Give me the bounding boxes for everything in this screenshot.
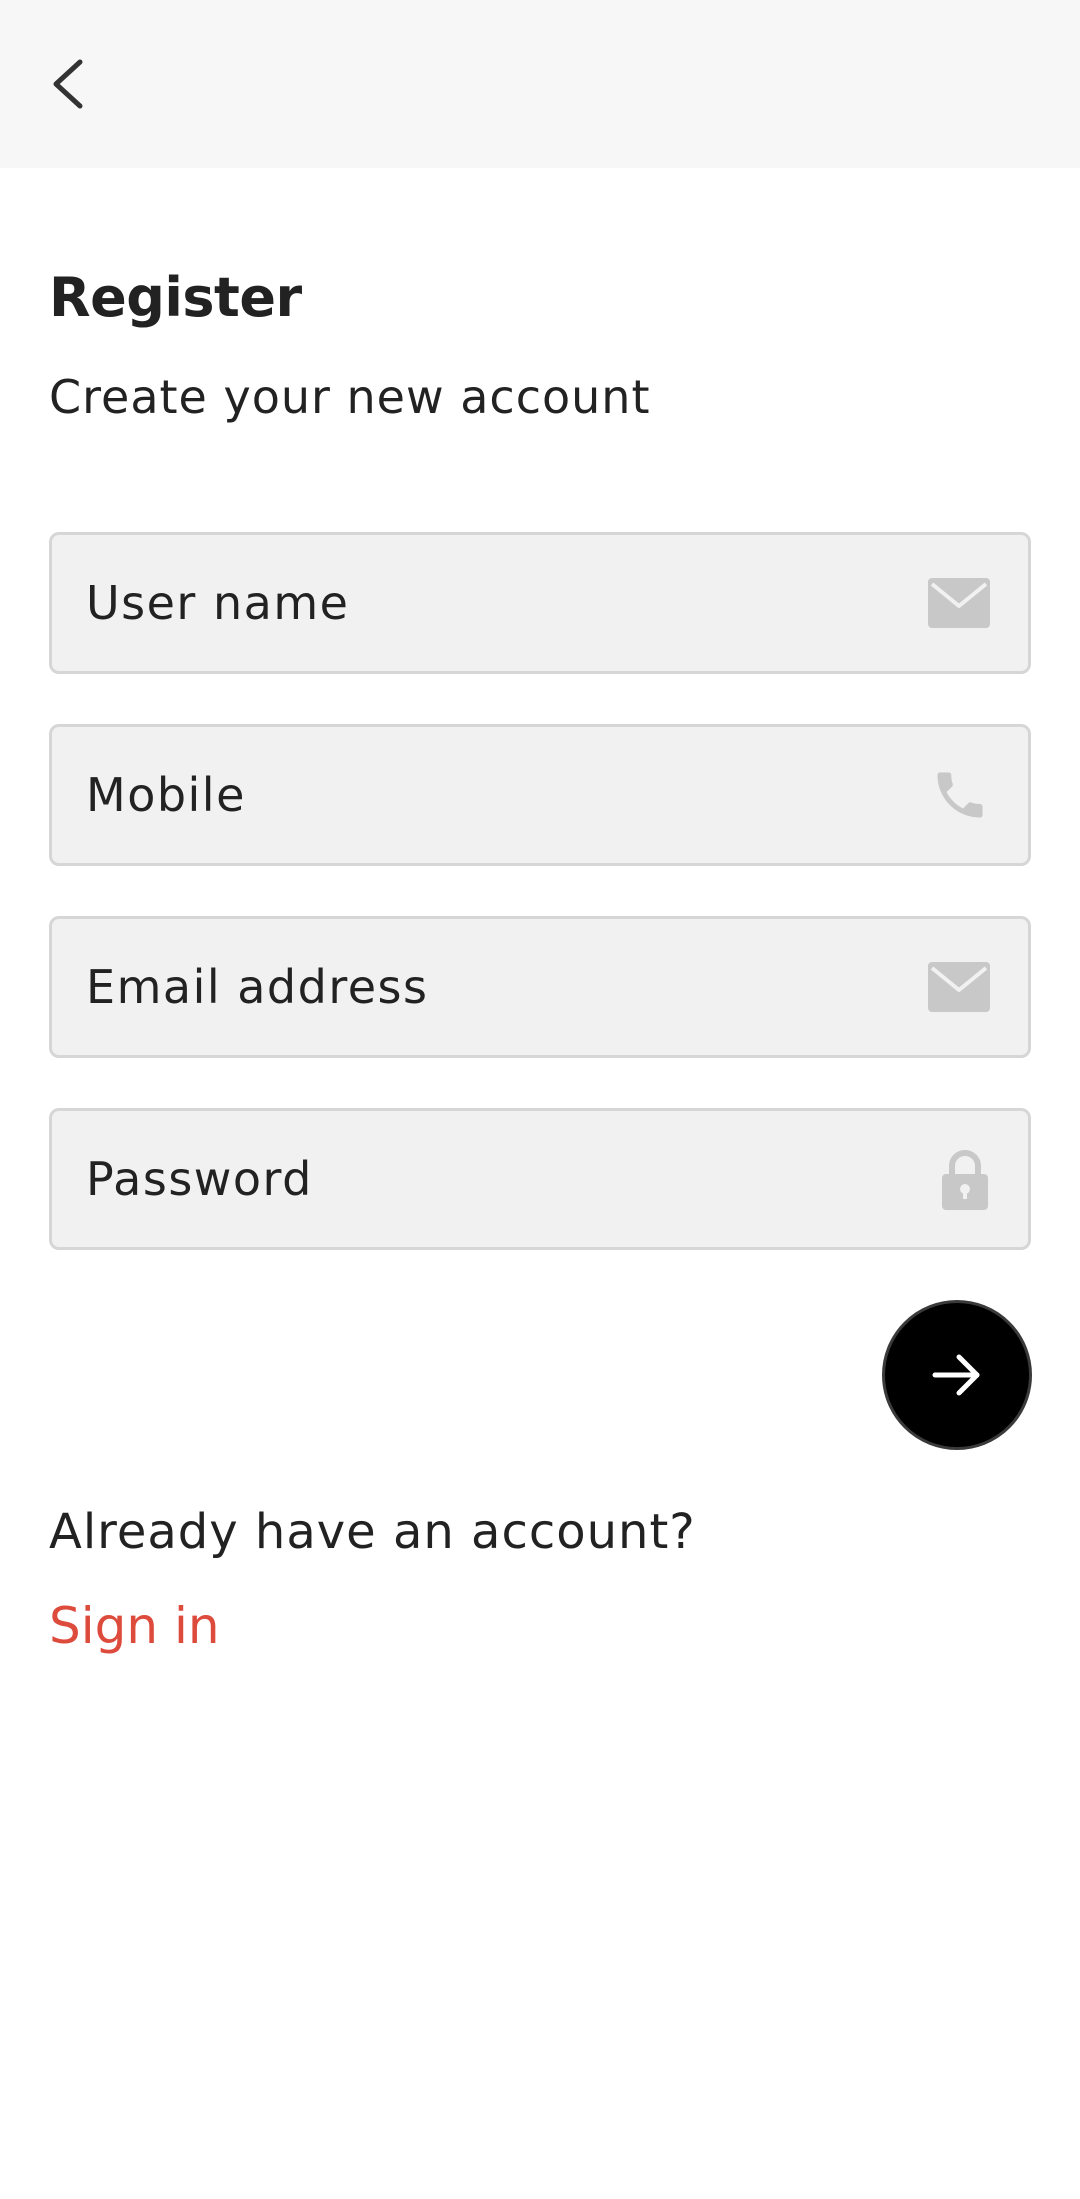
arrow-right-icon [932,1354,980,1396]
mobile-field-text: Mobile [86,768,246,822]
email-field[interactable]: Email address [49,916,1031,1058]
mobile-field[interactable]: Mobile [49,724,1031,866]
username-field[interactable]: User name [49,532,1031,674]
username-field-text: User name [86,576,350,630]
already-have-account-text: Already have an account? [49,1504,696,1560]
mail-icon [928,578,990,628]
password-field[interactable]: Password [49,1108,1031,1250]
password-field-text: Password [86,1152,313,1206]
phone-icon [930,765,990,825]
page-title: Register [49,266,302,329]
back-button[interactable] [36,44,100,124]
chevron-left-icon [53,59,83,109]
email-field-text: Email address [86,960,429,1014]
lock-icon [940,1148,990,1210]
sign-in-link[interactable]: Sign in [49,1597,220,1655]
mail-icon [928,962,990,1012]
page-subtitle: Create your new account [49,370,651,424]
top-app-bar [0,0,1080,168]
submit-button[interactable] [882,1300,1032,1450]
